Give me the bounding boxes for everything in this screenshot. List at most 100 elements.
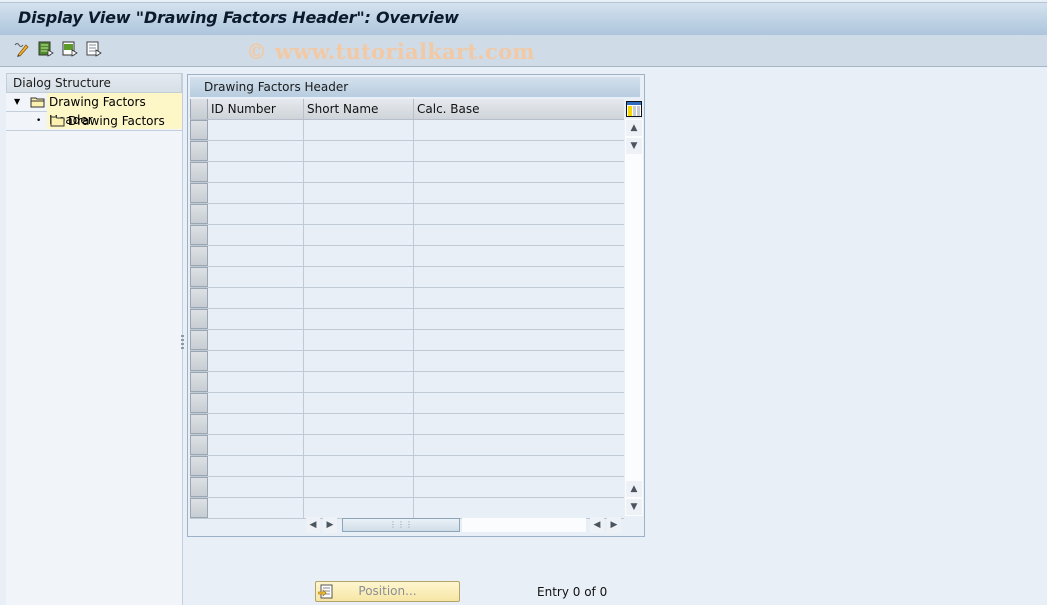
- table-row[interactable]: [190, 456, 624, 477]
- table-cell[interactable]: [208, 477, 304, 497]
- select-all-rows-cell[interactable]: [190, 99, 208, 119]
- table-cell[interactable]: [208, 225, 304, 245]
- table-cell[interactable]: [304, 330, 414, 350]
- row-selector[interactable]: [190, 456, 208, 476]
- table-row[interactable]: [190, 393, 624, 414]
- deselect-all-button[interactable]: [85, 40, 103, 58]
- vertical-scrollbar[interactable]: ▲ ▼ ▲ ▼: [625, 119, 643, 516]
- table-row[interactable]: [190, 477, 624, 498]
- table-row[interactable]: [190, 288, 624, 309]
- table-cell[interactable]: [208, 141, 304, 161]
- row-selector[interactable]: [190, 162, 208, 182]
- row-selector[interactable]: [190, 414, 208, 434]
- table-cell[interactable]: [414, 351, 624, 371]
- row-selector[interactable]: [190, 225, 208, 245]
- table-cell[interactable]: [208, 267, 304, 287]
- row-selector[interactable]: [190, 288, 208, 308]
- table-cell[interactable]: [414, 456, 624, 476]
- table-cell[interactable]: [414, 204, 624, 224]
- table-cell[interactable]: [414, 183, 624, 203]
- row-selector[interactable]: [190, 204, 208, 224]
- row-selector[interactable]: [190, 498, 208, 518]
- table-cell[interactable]: [414, 372, 624, 392]
- table-row[interactable]: [190, 330, 624, 351]
- scrollbar-track[interactable]: [462, 518, 586, 532]
- scrollbar-thumb[interactable]: ⋮⋮⋮: [342, 518, 460, 532]
- table-row[interactable]: [190, 120, 624, 141]
- column-header-short-name[interactable]: Short Name: [304, 99, 414, 119]
- table-cell[interactable]: [414, 120, 624, 140]
- table-row[interactable]: [190, 414, 624, 435]
- table-cell[interactable]: [304, 225, 414, 245]
- table-row[interactable]: [190, 435, 624, 456]
- table-cell[interactable]: [414, 435, 624, 455]
- table-cell[interactable]: [304, 393, 414, 413]
- scroll-left-button[interactable]: ◀: [306, 517, 320, 533]
- table-cell[interactable]: [304, 120, 414, 140]
- table-cell[interactable]: [208, 309, 304, 329]
- table-row[interactable]: [190, 225, 624, 246]
- pane-splitter-handle[interactable]: [180, 333, 184, 355]
- scroll-page-down-button[interactable]: ▼: [626, 499, 642, 515]
- row-selector[interactable]: [190, 141, 208, 161]
- table-cell[interactable]: [304, 372, 414, 392]
- table-cell[interactable]: [208, 372, 304, 392]
- horizontal-scrollbar[interactable]: ◀ ▶ ⋮⋮⋮ ◀ ▶: [188, 517, 624, 533]
- table-cell[interactable]: [208, 393, 304, 413]
- table-cell[interactable]: [304, 414, 414, 434]
- row-selector[interactable]: [190, 477, 208, 497]
- table-cell[interactable]: [208, 435, 304, 455]
- row-selector[interactable]: [190, 372, 208, 392]
- row-selector[interactable]: [190, 435, 208, 455]
- row-selector[interactable]: [190, 183, 208, 203]
- table-cell[interactable]: [304, 246, 414, 266]
- row-selector[interactable]: [190, 309, 208, 329]
- table-cell[interactable]: [208, 456, 304, 476]
- table-cell[interactable]: [304, 309, 414, 329]
- position-button[interactable]: Position...: [315, 581, 460, 602]
- table-row[interactable]: [190, 351, 624, 372]
- table-cell[interactable]: [304, 141, 414, 161]
- table-row[interactable]: [190, 372, 624, 393]
- table-cell[interactable]: [304, 288, 414, 308]
- table-cell[interactable]: [208, 204, 304, 224]
- table-cell[interactable]: [208, 351, 304, 371]
- table-row[interactable]: [190, 204, 624, 225]
- table-row[interactable]: [190, 183, 624, 204]
- table-cell[interactable]: [304, 477, 414, 497]
- table-cell[interactable]: [414, 477, 624, 497]
- table-cell[interactable]: [414, 162, 624, 182]
- table-cell[interactable]: [414, 246, 624, 266]
- table-cell[interactable]: [304, 498, 414, 518]
- table-cell[interactable]: [414, 498, 624, 518]
- table-row[interactable]: [190, 141, 624, 162]
- select-all-button[interactable]: [37, 40, 55, 58]
- table-cell[interactable]: [414, 330, 624, 350]
- table-cell[interactable]: [414, 393, 624, 413]
- table-settings-button[interactable]: [625, 99, 643, 118]
- table-cell[interactable]: [304, 435, 414, 455]
- scroll-column-right-button[interactable]: ▶: [607, 517, 621, 533]
- table-cell[interactable]: [304, 162, 414, 182]
- table-cell[interactable]: [208, 246, 304, 266]
- table-cell[interactable]: [304, 351, 414, 371]
- tree-item-drawing-factors-header[interactable]: ▼ Drawing Factors Header: [6, 93, 182, 129]
- table-cell[interactable]: [304, 183, 414, 203]
- row-selector[interactable]: [190, 246, 208, 266]
- table-cell[interactable]: [208, 498, 304, 518]
- table-row[interactable]: [190, 309, 624, 330]
- scroll-page-up-button[interactable]: ▲: [626, 481, 642, 497]
- table-cell[interactable]: [208, 288, 304, 308]
- table-cell[interactable]: [414, 309, 624, 329]
- row-selector[interactable]: [190, 267, 208, 287]
- scroll-up-button[interactable]: ▲: [626, 120, 642, 136]
- select-block-button[interactable]: [61, 40, 79, 58]
- table-row[interactable]: [190, 162, 624, 183]
- table-cell[interactable]: [304, 267, 414, 287]
- row-selector[interactable]: [190, 330, 208, 350]
- table-cell[interactable]: [414, 288, 624, 308]
- table-cell[interactable]: [208, 162, 304, 182]
- scroll-column-left-button[interactable]: ◀: [590, 517, 604, 533]
- table-cell[interactable]: [304, 204, 414, 224]
- column-header-id-number[interactable]: ID Number: [208, 99, 304, 119]
